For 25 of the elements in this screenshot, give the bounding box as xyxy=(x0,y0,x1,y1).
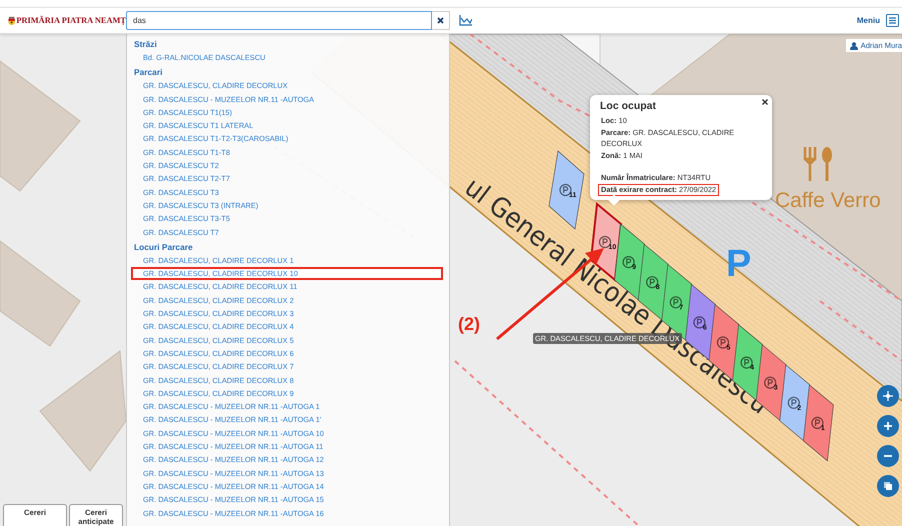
search-field[interactable]: das xyxy=(126,11,432,30)
layers-icon xyxy=(883,481,893,491)
close-icon xyxy=(762,99,768,105)
result-group-heading: Parcari xyxy=(133,66,162,80)
restaurant-icon xyxy=(804,146,832,182)
popup-title: Loc ocupat xyxy=(600,100,658,112)
parking-icon xyxy=(670,296,682,308)
locate-icon xyxy=(883,391,893,401)
place-label: Caffe Verro xyxy=(775,189,881,212)
chart-icon[interactable] xyxy=(459,15,472,26)
user-icon xyxy=(850,42,858,50)
zoom-in-icon xyxy=(883,421,893,431)
menu-button[interactable]: Meniu xyxy=(856,16,880,25)
close-button[interactable] xyxy=(762,97,768,107)
result-group-heading: Străzi xyxy=(133,38,157,51)
parking-icon xyxy=(693,316,706,328)
parking-spot[interactable] xyxy=(803,384,834,462)
menu-icon[interactable] xyxy=(886,14,899,27)
clear-button[interactable] xyxy=(432,11,450,30)
close-icon xyxy=(437,17,444,24)
parking-icon xyxy=(811,416,824,429)
annotation-label: (2) xyxy=(458,314,480,335)
parking-icon xyxy=(646,276,658,288)
logo-text: PRIMĂRIA PIATRA NEAMȚ xyxy=(16,16,126,25)
result-group-heading: Locuri Parcare xyxy=(133,240,193,254)
